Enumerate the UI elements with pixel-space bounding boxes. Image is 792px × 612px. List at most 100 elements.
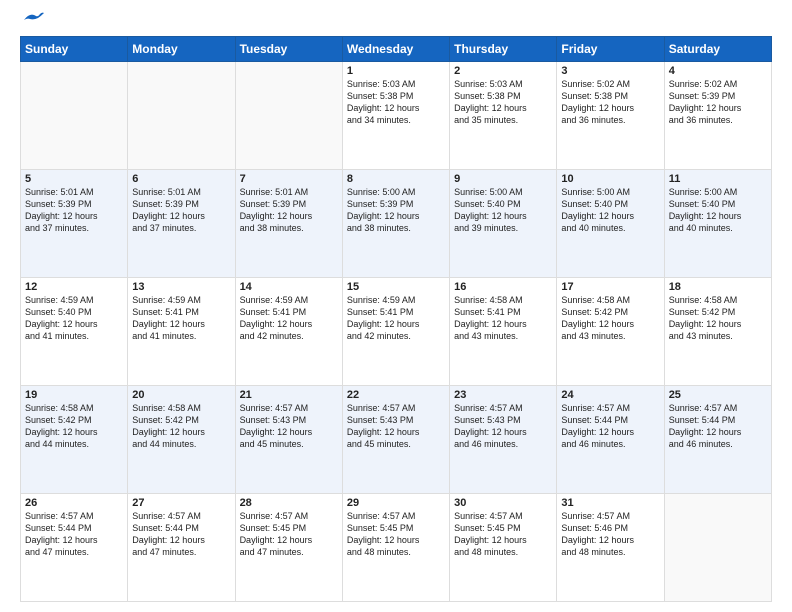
cell-content: Sunrise: 4:58 AMSunset: 5:42 PMDaylight:…	[669, 294, 767, 343]
day-number: 12	[25, 281, 123, 293]
calendar-cell: 10Sunrise: 5:00 AMSunset: 5:40 PMDayligh…	[557, 170, 664, 278]
calendar-cell: 24Sunrise: 4:57 AMSunset: 5:44 PMDayligh…	[557, 386, 664, 494]
cell-content: Sunrise: 4:57 AMSunset: 5:45 PMDaylight:…	[347, 510, 445, 559]
day-number: 25	[669, 389, 767, 401]
calendar-week-row: 12Sunrise: 4:59 AMSunset: 5:40 PMDayligh…	[21, 278, 772, 386]
cell-content: Sunrise: 5:00 AMSunset: 5:39 PMDaylight:…	[347, 186, 445, 235]
cell-content: Sunrise: 4:57 AMSunset: 5:43 PMDaylight:…	[240, 402, 338, 451]
cell-content: Sunrise: 4:58 AMSunset: 5:42 PMDaylight:…	[561, 294, 659, 343]
calendar-table: SundayMondayTuesdayWednesdayThursdayFrid…	[20, 36, 772, 602]
calendar-cell: 5Sunrise: 5:01 AMSunset: 5:39 PMDaylight…	[21, 170, 128, 278]
calendar-cell: 12Sunrise: 4:59 AMSunset: 5:40 PMDayligh…	[21, 278, 128, 386]
calendar-cell: 19Sunrise: 4:58 AMSunset: 5:42 PMDayligh…	[21, 386, 128, 494]
calendar-cell: 4Sunrise: 5:02 AMSunset: 5:39 PMDaylight…	[664, 62, 771, 170]
calendar-cell: 20Sunrise: 4:58 AMSunset: 5:42 PMDayligh…	[128, 386, 235, 494]
cell-content: Sunrise: 5:00 AMSunset: 5:40 PMDaylight:…	[561, 186, 659, 235]
cell-content: Sunrise: 4:59 AMSunset: 5:40 PMDaylight:…	[25, 294, 123, 343]
calendar-cell: 21Sunrise: 4:57 AMSunset: 5:43 PMDayligh…	[235, 386, 342, 494]
day-number: 15	[347, 281, 445, 293]
calendar-cell: 26Sunrise: 4:57 AMSunset: 5:44 PMDayligh…	[21, 494, 128, 602]
calendar-cell: 13Sunrise: 4:59 AMSunset: 5:41 PMDayligh…	[128, 278, 235, 386]
day-number: 7	[240, 173, 338, 185]
cell-content: Sunrise: 4:57 AMSunset: 5:43 PMDaylight:…	[347, 402, 445, 451]
cell-content: Sunrise: 4:58 AMSunset: 5:42 PMDaylight:…	[132, 402, 230, 451]
day-number: 10	[561, 173, 659, 185]
calendar-day-header: Sunday	[21, 37, 128, 62]
logo-bird-icon	[22, 10, 44, 26]
cell-content: Sunrise: 4:57 AMSunset: 5:43 PMDaylight:…	[454, 402, 552, 451]
calendar-cell	[21, 62, 128, 170]
calendar-cell: 15Sunrise: 4:59 AMSunset: 5:41 PMDayligh…	[342, 278, 449, 386]
calendar-cell: 8Sunrise: 5:00 AMSunset: 5:39 PMDaylight…	[342, 170, 449, 278]
calendar-cell	[235, 62, 342, 170]
cell-content: Sunrise: 4:57 AMSunset: 5:44 PMDaylight:…	[25, 510, 123, 559]
calendar-day-header: Wednesday	[342, 37, 449, 62]
calendar-cell: 1Sunrise: 5:03 AMSunset: 5:38 PMDaylight…	[342, 62, 449, 170]
cell-content: Sunrise: 4:57 AMSunset: 5:44 PMDaylight:…	[561, 402, 659, 451]
cell-content: Sunrise: 4:59 AMSunset: 5:41 PMDaylight:…	[240, 294, 338, 343]
calendar-cell: 3Sunrise: 5:02 AMSunset: 5:38 PMDaylight…	[557, 62, 664, 170]
cell-content: Sunrise: 4:57 AMSunset: 5:46 PMDaylight:…	[561, 510, 659, 559]
calendar-cell	[664, 494, 771, 602]
calendar-cell: 23Sunrise: 4:57 AMSunset: 5:43 PMDayligh…	[450, 386, 557, 494]
cell-content: Sunrise: 5:02 AMSunset: 5:38 PMDaylight:…	[561, 78, 659, 127]
day-number: 14	[240, 281, 338, 293]
calendar-week-row: 1Sunrise: 5:03 AMSunset: 5:38 PMDaylight…	[21, 62, 772, 170]
day-number: 16	[454, 281, 552, 293]
cell-content: Sunrise: 4:58 AMSunset: 5:42 PMDaylight:…	[25, 402, 123, 451]
cell-content: Sunrise: 5:01 AMSunset: 5:39 PMDaylight:…	[25, 186, 123, 235]
calendar-cell: 29Sunrise: 4:57 AMSunset: 5:45 PMDayligh…	[342, 494, 449, 602]
cell-content: Sunrise: 5:03 AMSunset: 5:38 PMDaylight:…	[454, 78, 552, 127]
calendar-cell: 7Sunrise: 5:01 AMSunset: 5:39 PMDaylight…	[235, 170, 342, 278]
cell-content: Sunrise: 4:59 AMSunset: 5:41 PMDaylight:…	[132, 294, 230, 343]
day-number: 2	[454, 65, 552, 77]
calendar-header-row: SundayMondayTuesdayWednesdayThursdayFrid…	[21, 37, 772, 62]
calendar-cell: 17Sunrise: 4:58 AMSunset: 5:42 PMDayligh…	[557, 278, 664, 386]
cell-content: Sunrise: 5:00 AMSunset: 5:40 PMDaylight:…	[669, 186, 767, 235]
cell-content: Sunrise: 4:57 AMSunset: 5:44 PMDaylight:…	[132, 510, 230, 559]
header	[20, 16, 772, 26]
day-number: 21	[240, 389, 338, 401]
calendar-cell: 28Sunrise: 4:57 AMSunset: 5:45 PMDayligh…	[235, 494, 342, 602]
calendar-week-row: 26Sunrise: 4:57 AMSunset: 5:44 PMDayligh…	[21, 494, 772, 602]
calendar-cell: 6Sunrise: 5:01 AMSunset: 5:39 PMDaylight…	[128, 170, 235, 278]
calendar-cell: 16Sunrise: 4:58 AMSunset: 5:41 PMDayligh…	[450, 278, 557, 386]
cell-content: Sunrise: 5:02 AMSunset: 5:39 PMDaylight:…	[669, 78, 767, 127]
calendar-day-header: Thursday	[450, 37, 557, 62]
cell-content: Sunrise: 4:57 AMSunset: 5:45 PMDaylight:…	[454, 510, 552, 559]
calendar-day-header: Monday	[128, 37, 235, 62]
day-number: 3	[561, 65, 659, 77]
calendar-cell: 27Sunrise: 4:57 AMSunset: 5:44 PMDayligh…	[128, 494, 235, 602]
calendar-cell: 30Sunrise: 4:57 AMSunset: 5:45 PMDayligh…	[450, 494, 557, 602]
cell-content: Sunrise: 5:01 AMSunset: 5:39 PMDaylight:…	[132, 186, 230, 235]
day-number: 22	[347, 389, 445, 401]
cell-content: Sunrise: 5:00 AMSunset: 5:40 PMDaylight:…	[454, 186, 552, 235]
cell-content: Sunrise: 5:01 AMSunset: 5:39 PMDaylight:…	[240, 186, 338, 235]
day-number: 27	[132, 497, 230, 509]
page: SundayMondayTuesdayWednesdayThursdayFrid…	[0, 0, 792, 612]
cell-content: Sunrise: 4:57 AMSunset: 5:44 PMDaylight:…	[669, 402, 767, 451]
cell-content: Sunrise: 4:57 AMSunset: 5:45 PMDaylight:…	[240, 510, 338, 559]
calendar-cell: 9Sunrise: 5:00 AMSunset: 5:40 PMDaylight…	[450, 170, 557, 278]
day-number: 23	[454, 389, 552, 401]
day-number: 18	[669, 281, 767, 293]
calendar-week-row: 5Sunrise: 5:01 AMSunset: 5:39 PMDaylight…	[21, 170, 772, 278]
day-number: 11	[669, 173, 767, 185]
day-number: 5	[25, 173, 123, 185]
calendar-cell: 22Sunrise: 4:57 AMSunset: 5:43 PMDayligh…	[342, 386, 449, 494]
day-number: 4	[669, 65, 767, 77]
day-number: 19	[25, 389, 123, 401]
day-number: 8	[347, 173, 445, 185]
calendar-week-row: 19Sunrise: 4:58 AMSunset: 5:42 PMDayligh…	[21, 386, 772, 494]
calendar-cell: 18Sunrise: 4:58 AMSunset: 5:42 PMDayligh…	[664, 278, 771, 386]
calendar-cell	[128, 62, 235, 170]
day-number: 9	[454, 173, 552, 185]
calendar-cell: 25Sunrise: 4:57 AMSunset: 5:44 PMDayligh…	[664, 386, 771, 494]
day-number: 28	[240, 497, 338, 509]
day-number: 24	[561, 389, 659, 401]
day-number: 17	[561, 281, 659, 293]
calendar-cell: 31Sunrise: 4:57 AMSunset: 5:46 PMDayligh…	[557, 494, 664, 602]
calendar-cell: 11Sunrise: 5:00 AMSunset: 5:40 PMDayligh…	[664, 170, 771, 278]
calendar-day-header: Friday	[557, 37, 664, 62]
day-number: 13	[132, 281, 230, 293]
